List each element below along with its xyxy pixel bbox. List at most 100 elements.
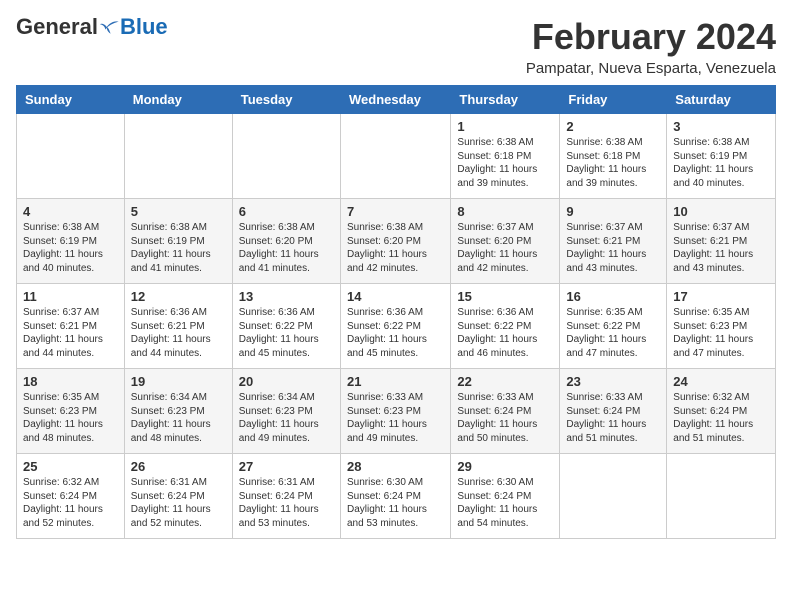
calendar-cell: 12Sunrise: 6:36 AM Sunset: 6:21 PM Dayli… <box>124 284 232 369</box>
day-info: Sunrise: 6:30 AM Sunset: 6:24 PM Dayligh… <box>347 476 444 530</box>
calendar-cell: 1Sunrise: 6:38 AM Sunset: 6:18 PM Daylig… <box>451 114 560 199</box>
day-info: Sunrise: 6:38 AM Sunset: 6:20 PM Dayligh… <box>347 221 444 275</box>
calendar-cell: 6 Sunrise: 6:38 AM Sunset: 6:20 PM Daylig… <box>232 199 340 284</box>
day-info: Sunrise: 6:37 AM Sunset: 6:20 PM Dayligh… <box>457 221 553 275</box>
calendar-cell: 10 Sunrise: 6:37 AM Sunset: 6:21 PM Dayli… <box>667 199 776 284</box>
day-header-sunday: Sunday <box>17 86 125 114</box>
day-number: 8 <box>457 204 553 219</box>
day-info: Sunrise: 6:30 AM Sunset: 6:24 PM Dayligh… <box>457 476 553 530</box>
day-number: 17 <box>673 289 769 304</box>
page-header: General Blue February 2024 Pampatar, Nue… <box>16 16 776 77</box>
day-info: Sunrise: 6:33 AM Sunset: 6:24 PM Dayligh… <box>457 391 553 445</box>
calendar-cell: 18Sunrise: 6:35 AM Sunset: 6:23 PM Dayli… <box>17 369 125 454</box>
day-number: 5 <box>131 204 226 219</box>
subtitle: Pampatar, Nueva Esparta, Venezuela <box>526 60 776 77</box>
day-info: Sunrise: 6:33 AM Sunset: 6:23 PM Dayligh… <box>347 391 444 445</box>
calendar-cell: 13Sunrise: 6:36 AM Sunset: 6:22 PM Dayli… <box>232 284 340 369</box>
day-info: Sunrise: 6:36 AM Sunset: 6:22 PM Dayligh… <box>239 306 334 360</box>
calendar-cell: 20Sunrise: 6:34 AM Sunset: 6:23 PM Dayli… <box>232 369 340 454</box>
calendar-cell <box>124 114 232 199</box>
calendar-cell <box>232 114 340 199</box>
calendar-cell: 22 Sunrise: 6:33 AM Sunset: 6:24 PM Dayli… <box>451 369 560 454</box>
calendar-week-row: 11Sunrise: 6:37 AM Sunset: 6:21 PM Dayli… <box>17 284 776 369</box>
day-number: 18 <box>23 374 118 389</box>
day-number: 25 <box>23 459 118 474</box>
day-number: 3 <box>673 119 769 134</box>
day-number: 16 <box>566 289 660 304</box>
day-info: Sunrise: 6:38 AM Sunset: 6:20 PM Dayligh… <box>239 221 334 275</box>
calendar-week-row: 1 Sunrise: 6:38 AM Sunset: 6:18 PM Daylig… <box>17 114 776 199</box>
calendar-table: SundayMondayTuesdayWednesdayThursdayFrid… <box>16 85 776 539</box>
calendar-cell: 26 Sunrise: 6:31 AM Sunset: 6:24 PM Dayli… <box>124 454 232 539</box>
main-title: February 2024 <box>526 16 776 58</box>
day-header-tuesday: Tuesday <box>232 86 340 114</box>
day-info: Sunrise: 6:36 AM Sunset: 6:22 PM Dayligh… <box>457 306 553 360</box>
logo: General Blue <box>16 16 168 38</box>
day-info: Sunrise: 6:38 AM Sunset: 6:19 PM Dayligh… <box>23 221 118 275</box>
day-number: 12 <box>131 289 226 304</box>
day-number: 24 <box>673 374 769 389</box>
day-info: Sunrise: 6:35 AM Sunset: 6:22 PM Dayligh… <box>566 306 660 360</box>
calendar-cell <box>340 114 450 199</box>
day-info: Sunrise: 6:38 AM Sunset: 6:18 PM Dayligh… <box>566 136 660 190</box>
calendar-cell <box>560 454 667 539</box>
calendar-cell: 29 Sunrise: 6:30 AM Sunset: 6:24 PM Dayli… <box>451 454 560 539</box>
day-number: 1 <box>457 119 553 134</box>
day-number: 28 <box>347 459 444 474</box>
calendar-cell <box>17 114 125 199</box>
day-number: 20 <box>239 374 334 389</box>
title-section: February 2024 Pampatar, Nueva Esparta, V… <box>526 16 776 77</box>
day-header-thursday: Thursday <box>451 86 560 114</box>
day-number: 9 <box>566 204 660 219</box>
day-info: Sunrise: 6:33 AM Sunset: 6:24 PM Dayligh… <box>566 391 660 445</box>
day-number: 15 <box>457 289 553 304</box>
calendar-cell: 3 Sunrise: 6:38 AM Sunset: 6:19 PM Daylig… <box>667 114 776 199</box>
day-number: 10 <box>673 204 769 219</box>
day-number: 23 <box>566 374 660 389</box>
day-header-monday: Monday <box>124 86 232 114</box>
calendar-cell: 8 Sunrise: 6:37 AM Sunset: 6:20 PM Daylig… <box>451 199 560 284</box>
day-number: 4 <box>23 204 118 219</box>
day-info: Sunrise: 6:34 AM Sunset: 6:23 PM Dayligh… <box>131 391 226 445</box>
day-info: Sunrise: 6:38 AM Sunset: 6:19 PM Dayligh… <box>131 221 226 275</box>
calendar-cell: 2 Sunrise: 6:38 AM Sunset: 6:18 PM Daylig… <box>560 114 667 199</box>
day-number: 19 <box>131 374 226 389</box>
calendar-cell: 19 Sunrise: 6:34 AM Sunset: 6:23 PM Dayli… <box>124 369 232 454</box>
calendar-cell: 7Sunrise: 6:38 AM Sunset: 6:20 PM Daylig… <box>340 199 450 284</box>
calendar-cell: 24 Sunrise: 6:32 AM Sunset: 6:24 PM Dayli… <box>667 369 776 454</box>
day-header-friday: Friday <box>560 86 667 114</box>
day-number: 2 <box>566 119 660 134</box>
calendar-cell: 28 Sunrise: 6:30 AM Sunset: 6:24 PM Dayli… <box>340 454 450 539</box>
day-info: Sunrise: 6:36 AM Sunset: 6:22 PM Dayligh… <box>347 306 444 360</box>
day-info: Sunrise: 6:38 AM Sunset: 6:19 PM Dayligh… <box>673 136 769 190</box>
calendar-cell: 5 Sunrise: 6:38 AM Sunset: 6:19 PM Daylig… <box>124 199 232 284</box>
day-number: 11 <box>23 289 118 304</box>
calendar-cell: 16 Sunrise: 6:35 AM Sunset: 6:22 PM Dayli… <box>560 284 667 369</box>
calendar-cell: 25Sunrise: 6:32 AM Sunset: 6:24 PM Dayli… <box>17 454 125 539</box>
calendar-cell: 4 Sunrise: 6:38 AM Sunset: 6:19 PM Daylig… <box>17 199 125 284</box>
day-number: 26 <box>131 459 226 474</box>
calendar-header-row: SundayMondayTuesdayWednesdayThursdayFrid… <box>17 86 776 114</box>
day-info: Sunrise: 6:37 AM Sunset: 6:21 PM Dayligh… <box>673 221 769 275</box>
logo-general-text: General <box>16 16 98 38</box>
calendar-cell: 11Sunrise: 6:37 AM Sunset: 6:21 PM Dayli… <box>17 284 125 369</box>
calendar-cell: 14Sunrise: 6:36 AM Sunset: 6:22 PM Dayli… <box>340 284 450 369</box>
calendar-week-row: 4 Sunrise: 6:38 AM Sunset: 6:19 PM Daylig… <box>17 199 776 284</box>
day-number: 22 <box>457 374 553 389</box>
calendar-cell: 21 Sunrise: 6:33 AM Sunset: 6:23 PM Dayli… <box>340 369 450 454</box>
day-header-saturday: Saturday <box>667 86 776 114</box>
day-header-wednesday: Wednesday <box>340 86 450 114</box>
day-number: 6 <box>239 204 334 219</box>
calendar-cell: 9Sunrise: 6:37 AM Sunset: 6:21 PM Daylig… <box>560 199 667 284</box>
day-info: Sunrise: 6:31 AM Sunset: 6:24 PM Dayligh… <box>131 476 226 530</box>
calendar-cell: 23 Sunrise: 6:33 AM Sunset: 6:24 PM Dayli… <box>560 369 667 454</box>
day-number: 29 <box>457 459 553 474</box>
day-info: Sunrise: 6:35 AM Sunset: 6:23 PM Dayligh… <box>673 306 769 360</box>
day-info: Sunrise: 6:32 AM Sunset: 6:24 PM Dayligh… <box>673 391 769 445</box>
day-number: 21 <box>347 374 444 389</box>
logo-bird-icon <box>100 17 120 37</box>
calendar-cell: 15 Sunrise: 6:36 AM Sunset: 6:22 PM Dayli… <box>451 284 560 369</box>
calendar-week-row: 25Sunrise: 6:32 AM Sunset: 6:24 PM Dayli… <box>17 454 776 539</box>
day-number: 27 <box>239 459 334 474</box>
calendar-cell: 17 Sunrise: 6:35 AM Sunset: 6:23 PM Dayli… <box>667 284 776 369</box>
